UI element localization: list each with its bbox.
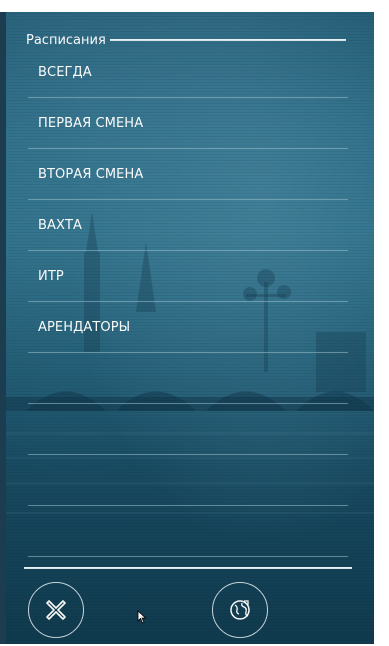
schedule-item-empty[interactable] <box>28 404 348 455</box>
schedules-panel: Расписания ВСЕГДА ПЕРВАЯ СМЕНА ВТОРАЯ СМ… <box>6 12 374 644</box>
schedules-list: ВСЕГДА ПЕРВАЯ СМЕНА ВТОРАЯ СМЕНА ВАХТА И… <box>28 47 348 557</box>
schedule-item-tenants[interactable]: АРЕНДАТОРЫ <box>28 302 348 353</box>
schedule-item-first-shift[interactable]: ПЕРВАЯ СМЕНА <box>28 98 348 149</box>
schedule-item-label: ИТР <box>38 268 64 284</box>
schedule-item-label: ПЕРВАЯ СМЕНА <box>38 115 144 131</box>
schedule-item-watch[interactable]: ВАХТА <box>28 200 348 251</box>
schedule-item-label: ВТОРАЯ СМЕНА <box>38 166 144 182</box>
mouse-pointer-icon <box>137 610 147 624</box>
schedule-item-empty[interactable] <box>28 353 348 404</box>
schedule-item-empty[interactable] <box>28 506 348 557</box>
header-divider <box>109 39 346 41</box>
schedule-item-itr[interactable]: ИТР <box>28 251 348 302</box>
schedule-item-label: АРЕНДАТОРЫ <box>38 319 131 335</box>
globe-button[interactable] <box>212 582 268 638</box>
globe-icon <box>230 600 250 620</box>
close-button[interactable] <box>28 582 84 638</box>
schedule-item-always[interactable]: ВСЕГДА <box>28 47 348 98</box>
schedule-item-empty[interactable] <box>28 455 348 506</box>
schedule-item-label: ВСЕГДА <box>38 64 92 80</box>
schedules-title: Расписания <box>26 32 106 48</box>
close-x-icon <box>46 600 66 620</box>
schedule-item-second-shift[interactable]: ВТОРАЯ СМЕНА <box>28 149 348 200</box>
schedule-item-label: ВАХТА <box>38 217 83 233</box>
footer-divider <box>24 567 352 569</box>
